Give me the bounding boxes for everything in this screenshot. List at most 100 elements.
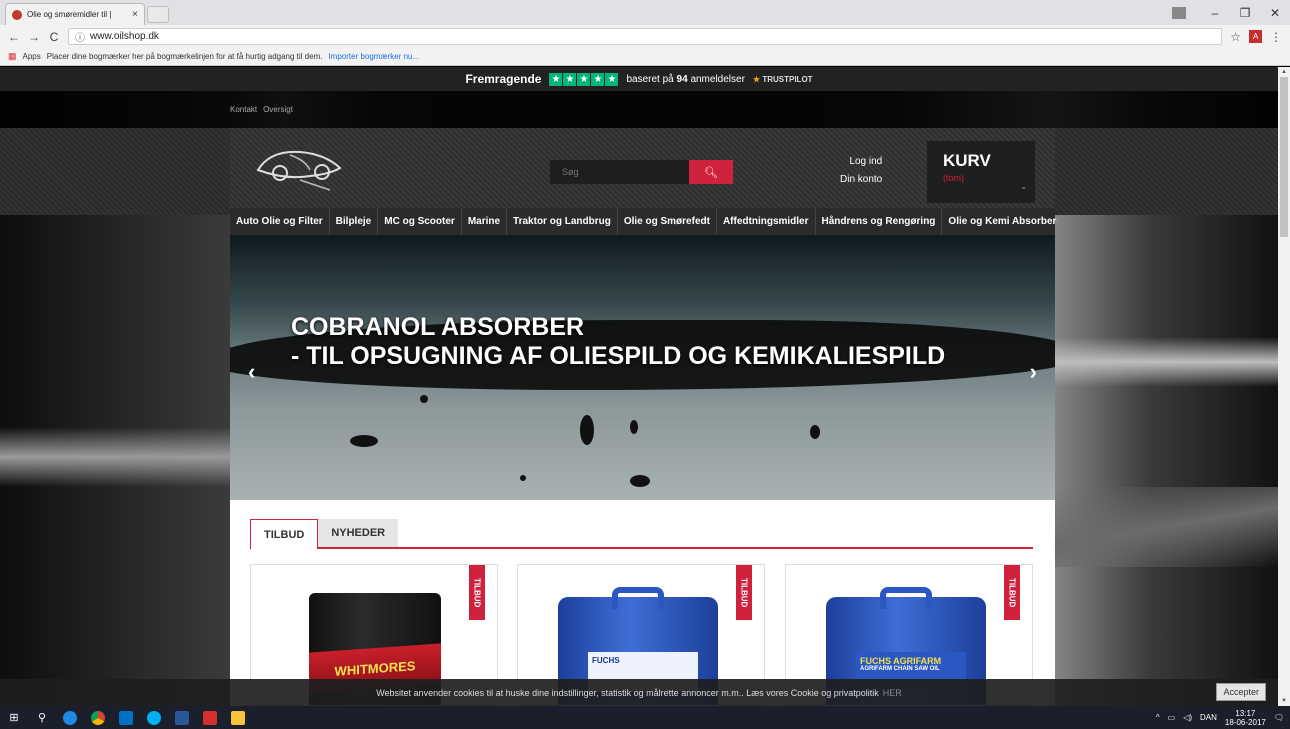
star-icon: ★ [563, 72, 577, 86]
offer-badge: TILBUD [469, 565, 485, 620]
minimize-icon[interactable]: – [1200, 6, 1230, 20]
info-icon[interactable]: ⓘ [75, 29, 85, 44]
new-tab-button[interactable] [147, 6, 169, 23]
forward-icon[interactable]: → [28, 30, 40, 44]
pdf-extension-icon[interactable]: A [1249, 30, 1262, 43]
trustpilot-rating-text: Fremragende [465, 72, 542, 86]
edge-icon[interactable] [56, 706, 84, 729]
menu-item-kemi-absorber[interactable]: Olie og Kemi Absorber [942, 208, 1062, 235]
trustpilot-logo: ★ TRUSTPILOT [753, 75, 813, 84]
browser-tabbar: Olie og smøremidler til | × – ❐ ✕ [0, 0, 1290, 25]
chevron-right-icon[interactable]: › [1030, 359, 1037, 385]
top-link-bar: Kontakt Oversigt [0, 91, 1278, 128]
overview-link[interactable]: Oversigt [263, 105, 293, 114]
system-tray: ^ ▭ ◁) DAN 13:17 18-06-2017 🗨︎ [1156, 706, 1284, 729]
notifications-icon[interactable]: 🗨︎ [1274, 713, 1284, 722]
word-icon[interactable] [168, 706, 196, 729]
trustpilot-based-on: baseret på 94 anmeldelser [626, 74, 744, 85]
maximize-icon[interactable]: ❐ [1230, 6, 1260, 20]
login-link[interactable]: Log ind [840, 153, 882, 171]
bookmark-star-icon[interactable]: ☆ [1230, 30, 1241, 44]
volume-icon[interactable]: ◁) [1183, 713, 1192, 722]
header-inner: 🔍︎ Log ind Din konto KURV (tom) ⌄ [230, 128, 1055, 215]
background-light-streak [0, 427, 230, 487]
product-tabs: TILBUD NYHEDER [250, 519, 1033, 549]
tab-nyheder[interactable]: NYHEDER [318, 519, 399, 547]
browser-tab[interactable]: Olie og smøremidler til | × [5, 3, 145, 25]
cart-button[interactable]: KURV (tom) ⌄ [927, 141, 1035, 203]
cookie-policy-link[interactable]: HER [883, 688, 902, 698]
page-scrollbar[interactable]: ▲ ▼ [1278, 67, 1290, 706]
search-icon[interactable]: ⚲ [28, 706, 56, 729]
menu-item-mc-scooter[interactable]: MC og Scooter [378, 208, 462, 235]
menu-item-bilpleje[interactable]: Bilpleje [330, 208, 379, 235]
menu-item-traktor[interactable]: Traktor og Landbrug [507, 208, 618, 235]
product-label-text: AGRIFARM CHAIN SAW OIL [860, 666, 940, 672]
product-section: TILBUD NYHEDER WHITMORES TILBUD FUCHS TI… [230, 500, 1055, 706]
scroll-up-icon[interactable]: ▲ [1278, 67, 1290, 77]
car-logo-icon[interactable] [250, 140, 350, 195]
menu-item-olie-smorefedt[interactable]: Olie og Smørefedt [618, 208, 717, 235]
tab-close-icon[interactable]: × [132, 9, 138, 20]
window-controls: – ❐ ✕ [1172, 0, 1290, 25]
contact-link[interactable]: Kontakt [230, 105, 257, 114]
scroll-down-icon[interactable]: ▼ [1278, 696, 1290, 706]
apps-grid-icon[interactable]: ▦ [8, 51, 17, 62]
language-indicator[interactable]: DAN [1200, 713, 1217, 722]
cart-status: (tom) [943, 173, 964, 183]
based-on-suffix: anmeldelser [690, 73, 745, 85]
background-light-streak [1055, 487, 1278, 567]
search-icon: 🔍︎ [704, 166, 718, 179]
tray-chevron-up-icon[interactable]: ^ [1156, 713, 1160, 722]
star-icon: ★ [605, 72, 619, 86]
main-menu: Auto Olie og Filter Bilpleje MC og Scoot… [230, 208, 1056, 235]
menu-item-marine[interactable]: Marine [462, 208, 508, 235]
cookie-banner: Websitet anvender cookies til at huske d… [0, 679, 1278, 706]
acrobat-icon[interactable] [196, 706, 224, 729]
oil-drop [580, 415, 594, 445]
search-button[interactable]: 🔍︎ [689, 160, 733, 184]
chevron-left-icon[interactable]: ‹ [248, 359, 255, 385]
skype-icon[interactable] [140, 706, 168, 729]
menu-item-affedtning[interactable]: Affedtningsmidler [717, 208, 816, 235]
can-handle [880, 587, 932, 609]
close-window-icon[interactable]: ✕ [1260, 6, 1290, 20]
menu-item-auto-olie[interactable]: Auto Olie og Filter [230, 208, 330, 235]
based-on-prefix: baseret på [626, 73, 674, 85]
file-explorer-icon[interactable] [224, 706, 252, 729]
bookmarks-hint: Placer dine bogmærker her på bogmærkelin… [46, 52, 323, 61]
accept-cookies-button[interactable]: Accepter [1216, 683, 1266, 701]
search-input[interactable] [550, 160, 689, 184]
scrollbar-thumb[interactable] [1280, 77, 1288, 237]
reload-icon[interactable]: C [48, 30, 60, 44]
import-bookmarks-link[interactable]: Importer bogmærker nu... [328, 52, 419, 61]
top-links: Kontakt Oversigt [230, 105, 293, 114]
profile-icon[interactable] [1172, 6, 1186, 19]
apps-link[interactable]: Apps [23, 52, 41, 61]
chrome-icon[interactable] [84, 706, 112, 729]
tab-tilbud[interactable]: TILBUD [250, 519, 319, 549]
oil-drop [630, 420, 638, 434]
trustpilot-brand: TRUSTPILOT [762, 74, 813, 84]
trustpilot-star-icon: ★ [752, 74, 761, 84]
menu-dots-icon[interactable]: ⋮ [1270, 30, 1282, 44]
chevron-down-icon: ⌄ [1020, 182, 1027, 191]
tab-title: Olie og smøremidler til | [27, 10, 112, 19]
back-icon[interactable]: ← [8, 30, 20, 44]
offer-badge: TILBUD [736, 565, 752, 620]
site-favicon-icon [12, 9, 22, 20]
trustpilot-bar[interactable]: Fremragende ★ ★ ★ ★ ★ baseret på 94 anme… [0, 67, 1278, 91]
windows-start-icon[interactable]: ⊞ [0, 706, 28, 729]
windows-taskbar: ⊞ ⚲ ^ ▭ ◁) DAN 13:17 18-06-2017 🗨︎ [0, 706, 1290, 729]
oil-drop [630, 475, 650, 487]
network-icon[interactable]: ▭ [1168, 713, 1176, 722]
hero-slider[interactable]: COBRANOL ABSORBER - TIL OPSUGNING AF OLI… [230, 235, 1055, 500]
url-field[interactable]: ⓘ www.oilshop.dk [68, 28, 1223, 45]
hero-heading: COBRANOL ABSORBER - TIL OPSUGNING AF OLI… [291, 313, 945, 371]
clock[interactable]: 13:17 18-06-2017 [1225, 709, 1266, 727]
hero-line-1: COBRANOL ABSORBER [291, 313, 585, 341]
outlook-icon[interactable] [112, 706, 140, 729]
search-form: 🔍︎ [550, 160, 733, 184]
menu-item-handrens[interactable]: Håndrens og Rengøring [816, 208, 943, 235]
your-account-link[interactable]: Din konto [840, 171, 882, 189]
